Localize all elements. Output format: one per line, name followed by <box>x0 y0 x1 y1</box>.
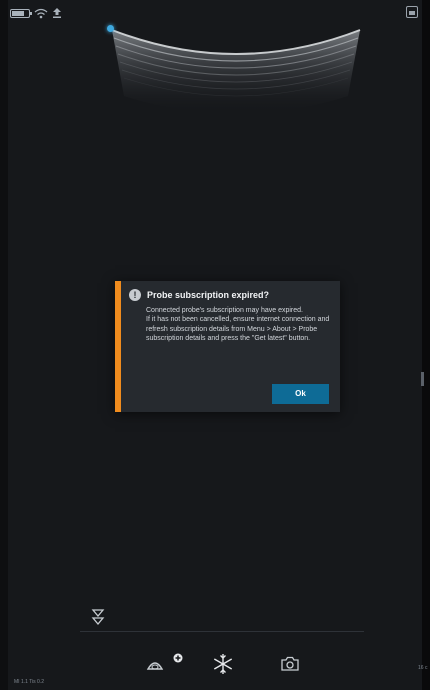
upload-icon <box>53 8 61 18</box>
wifi-icon <box>34 8 48 18</box>
dialog-message-line: Connected probe's subscription may have … <box>146 307 303 314</box>
toolbar-divider <box>80 631 364 632</box>
dialog-instructions: If it has not been cancelled, ensure int… <box>146 316 330 343</box>
probe-add-icon[interactable] <box>145 652 185 674</box>
dialog-title: Probe subscription expired? <box>147 290 270 300</box>
battery-icon <box>10 8 32 18</box>
mi-tis-readout: MI 1.1 Tis 0.2 <box>14 679 45 685</box>
camera-icon[interactable] <box>281 656 299 671</box>
side-panel-handle[interactable] <box>421 372 424 386</box>
depth-readout: 16 c <box>418 665 428 671</box>
expand-controls-icon[interactable] <box>91 607 105 627</box>
status-bar <box>10 6 62 20</box>
warning-icon: ! <box>129 289 141 301</box>
ultrasound-scan-image <box>111 29 361 114</box>
subscription-expired-dialog: ! Probe subscription expired? Connected … <box>115 281 340 412</box>
export-icon[interactable] <box>406 6 418 18</box>
dialog-body: Connected probe's subscription may have … <box>146 306 346 344</box>
freeze-icon[interactable] <box>212 653 234 675</box>
probe-orientation-marker <box>107 25 114 32</box>
ok-button[interactable]: Ok <box>272 384 329 404</box>
